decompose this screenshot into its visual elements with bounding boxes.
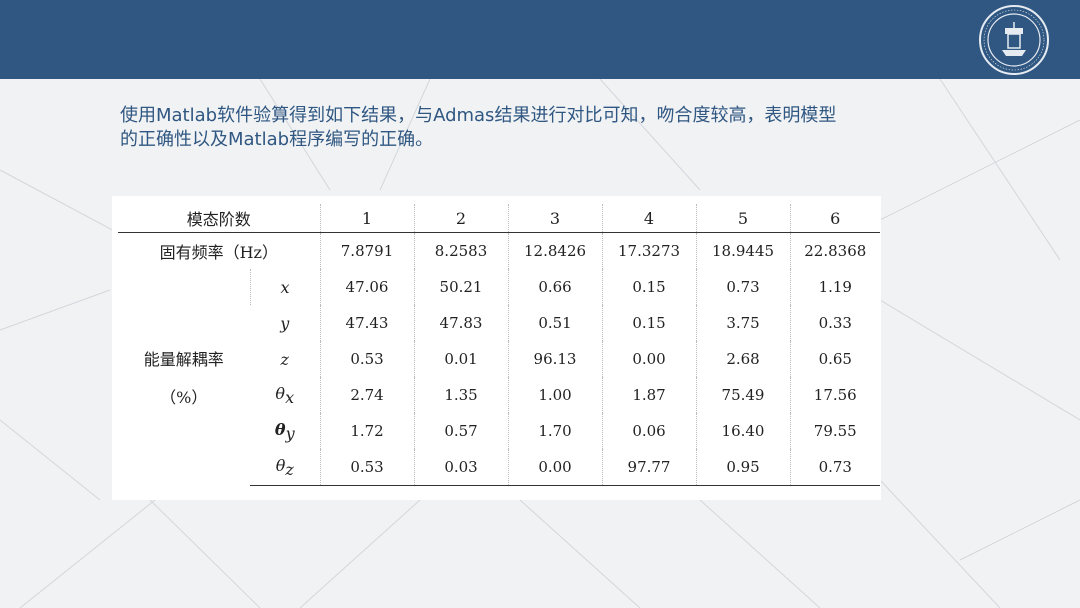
dof-symbol-text: θ (274, 419, 286, 439)
mode-header: 4 (601, 204, 697, 233)
table-cell: 0.95 (695, 449, 791, 486)
dof-symbol-subscript: x (285, 387, 295, 407)
results-table-panel: 模态阶数 1 2 3 4 5 6 固有频率（Hz） 7.8791 8.2583 … (112, 196, 881, 500)
mode-header: 6 (789, 204, 881, 233)
intro-paragraph: 使用Matlab软件验算得到如下结果，与Admas结果进行对比可知，吻合度较高，… (120, 105, 837, 150)
table-cell: 1.87 (601, 377, 697, 413)
table-cell: 0.03 (413, 449, 509, 486)
energy-decoupling-label: 能量解耦率 （%） (118, 269, 250, 486)
table-cell: 0.53 (319, 449, 415, 486)
frequency-row: 固有频率（Hz） 7.8791 8.2583 12.8426 17.3273 1… (118, 232, 881, 269)
table-header-row: 模态阶数 1 2 3 4 5 6 (118, 204, 881, 233)
table-cell: 50.21 (413, 269, 509, 305)
table-cell: 0.73 (695, 269, 791, 305)
table-cell: 1.70 (507, 413, 603, 449)
table-cell: 1.19 (789, 269, 881, 305)
table-cell: 96.13 (507, 341, 603, 377)
table-cell: 0.00 (507, 449, 603, 486)
table-cell: 0.15 (601, 305, 697, 341)
energy-decoupling-label-line2: （%） (160, 388, 208, 408)
dof-symbol-text: θ (275, 383, 286, 403)
table-cell: 0.06 (601, 413, 697, 449)
dof-symbol: z (250, 341, 320, 377)
dof-symbol: θx (250, 377, 320, 413)
table-cell: 79.55 (789, 413, 881, 449)
natural-frequency-label: 固有频率（Hz） (159, 243, 278, 262)
dof-symbol-text: θ (275, 455, 286, 475)
table-cell: 0.65 (789, 341, 881, 377)
table-cell: 16.40 (695, 413, 791, 449)
energy-decoupling-label-line1: 能量解耦率 (143, 350, 224, 370)
table-cell: 3.75 (695, 305, 791, 341)
table-cell: 2.74 (319, 377, 415, 413)
frequency-cell: 8.2583 (413, 232, 509, 269)
dof-symbol-subscript: y (285, 423, 295, 443)
frequency-cell: 7.8791 (319, 232, 415, 269)
header-bar (0, 0, 1080, 79)
frequency-cell: 17.3273 (601, 232, 697, 269)
table-cell: 0.57 (413, 413, 509, 449)
table-cell: 1.00 (507, 377, 603, 413)
table-cell: 75.49 (695, 377, 791, 413)
table-cell: 47.83 (413, 305, 509, 341)
table-cell: 1.35 (413, 377, 509, 413)
mode-header: 2 (413, 204, 509, 233)
mode-header: 5 (695, 204, 791, 233)
frequency-cell: 12.8426 (507, 232, 603, 269)
university-seal-icon (979, 5, 1049, 75)
table-cell: 0.33 (789, 305, 881, 341)
table-cell: 47.06 (319, 269, 415, 305)
table-cell: 17.56 (789, 377, 881, 413)
mode-header: 1 (319, 204, 415, 233)
dof-symbol-text: y (280, 313, 290, 333)
table-cell: 0.51 (507, 305, 603, 341)
table-cell: 0.15 (601, 269, 697, 305)
mode-order-header: 模态阶数 (118, 204, 321, 233)
table-cell: 97.77 (601, 449, 697, 486)
frequency-cell: 22.8368 (789, 232, 881, 269)
dof-symbol: x (249, 269, 321, 305)
table-cell: 0.00 (601, 341, 697, 377)
dof-symbol-text: z (280, 349, 289, 369)
dof-symbol-subscript: z (285, 459, 294, 479)
table-cell: 0.66 (507, 269, 603, 305)
table-cell: 0.73 (789, 449, 881, 486)
modal-results-table: 模态阶数 1 2 3 4 5 6 固有频率（Hz） 7.8791 8.2583 … (118, 204, 881, 486)
table-cell: 1.72 (319, 413, 415, 449)
mode-header: 3 (507, 204, 603, 233)
table-cell: 47.43 (319, 305, 415, 341)
table-cell: 0.01 (413, 341, 509, 377)
table-cell: 0.53 (319, 341, 415, 377)
dof-symbol: θz (250, 449, 321, 486)
table-row: 能量解耦率 （%） x 47.06 50.21 0.66 0.15 0.73 1… (118, 269, 881, 407)
dof-symbol: y (250, 305, 320, 341)
frequency-cell: 18.9445 (695, 232, 791, 269)
table-cell: 2.68 (695, 341, 791, 377)
dof-symbol-text: x (280, 277, 290, 297)
dof-symbol: θy (250, 413, 320, 449)
